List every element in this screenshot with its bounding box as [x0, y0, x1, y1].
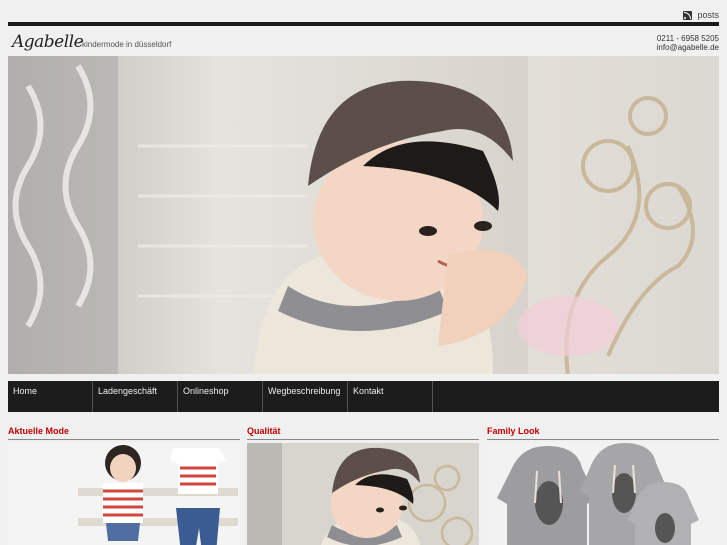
email-link[interactable]: info@agabelle.de [657, 43, 719, 52]
nav-item-ladengeschaeft[interactable]: Ladengeschäft [93, 381, 178, 412]
site-header: Agabelle kindermode in düsseldorf 0211 -… [8, 32, 719, 54]
feed-label: posts [697, 10, 719, 20]
section-title[interactable]: Aktuelle Mode [8, 426, 240, 440]
site-logo[interactable]: Agabelle [12, 32, 84, 52]
main-nav: Home Ladengeschäft Onlineshop Wegbeschre… [8, 381, 719, 412]
nav-item-onlineshop[interactable]: Onlineshop [178, 381, 263, 412]
section-image[interactable] [247, 443, 479, 545]
hero-image [8, 56, 719, 374]
section-image[interactable] [487, 443, 719, 545]
rss-icon [683, 10, 693, 20]
thumb-photo [8, 443, 240, 545]
section-title[interactable]: Qualität [247, 426, 479, 440]
phone-number: 0211 - 6958 5205 [656, 34, 719, 43]
nav-item-wegbeschreibung[interactable]: Wegbeschreibung [263, 381, 348, 412]
header-rule [8, 22, 719, 26]
nav-item-home[interactable]: Home [8, 381, 93, 412]
section-qualitaet: Qualität [247, 426, 479, 545]
thumb-photo [247, 443, 479, 545]
section-aktuelle-mode: Aktuelle Mode [8, 426, 240, 545]
section-title[interactable]: Family Look [487, 426, 719, 440]
section-image[interactable] [8, 443, 240, 545]
contact-info: 0211 - 6958 5205 info@agabelle.de [657, 34, 719, 52]
site-tagline: kindermode in düsseldorf [82, 40, 172, 49]
thumb-photo [487, 443, 719, 545]
hero-photo [8, 56, 719, 374]
section-family-look: Family Look [487, 426, 719, 545]
nav-item-kontakt[interactable]: Kontakt [348, 381, 433, 412]
feed-link[interactable]: posts [683, 10, 719, 20]
